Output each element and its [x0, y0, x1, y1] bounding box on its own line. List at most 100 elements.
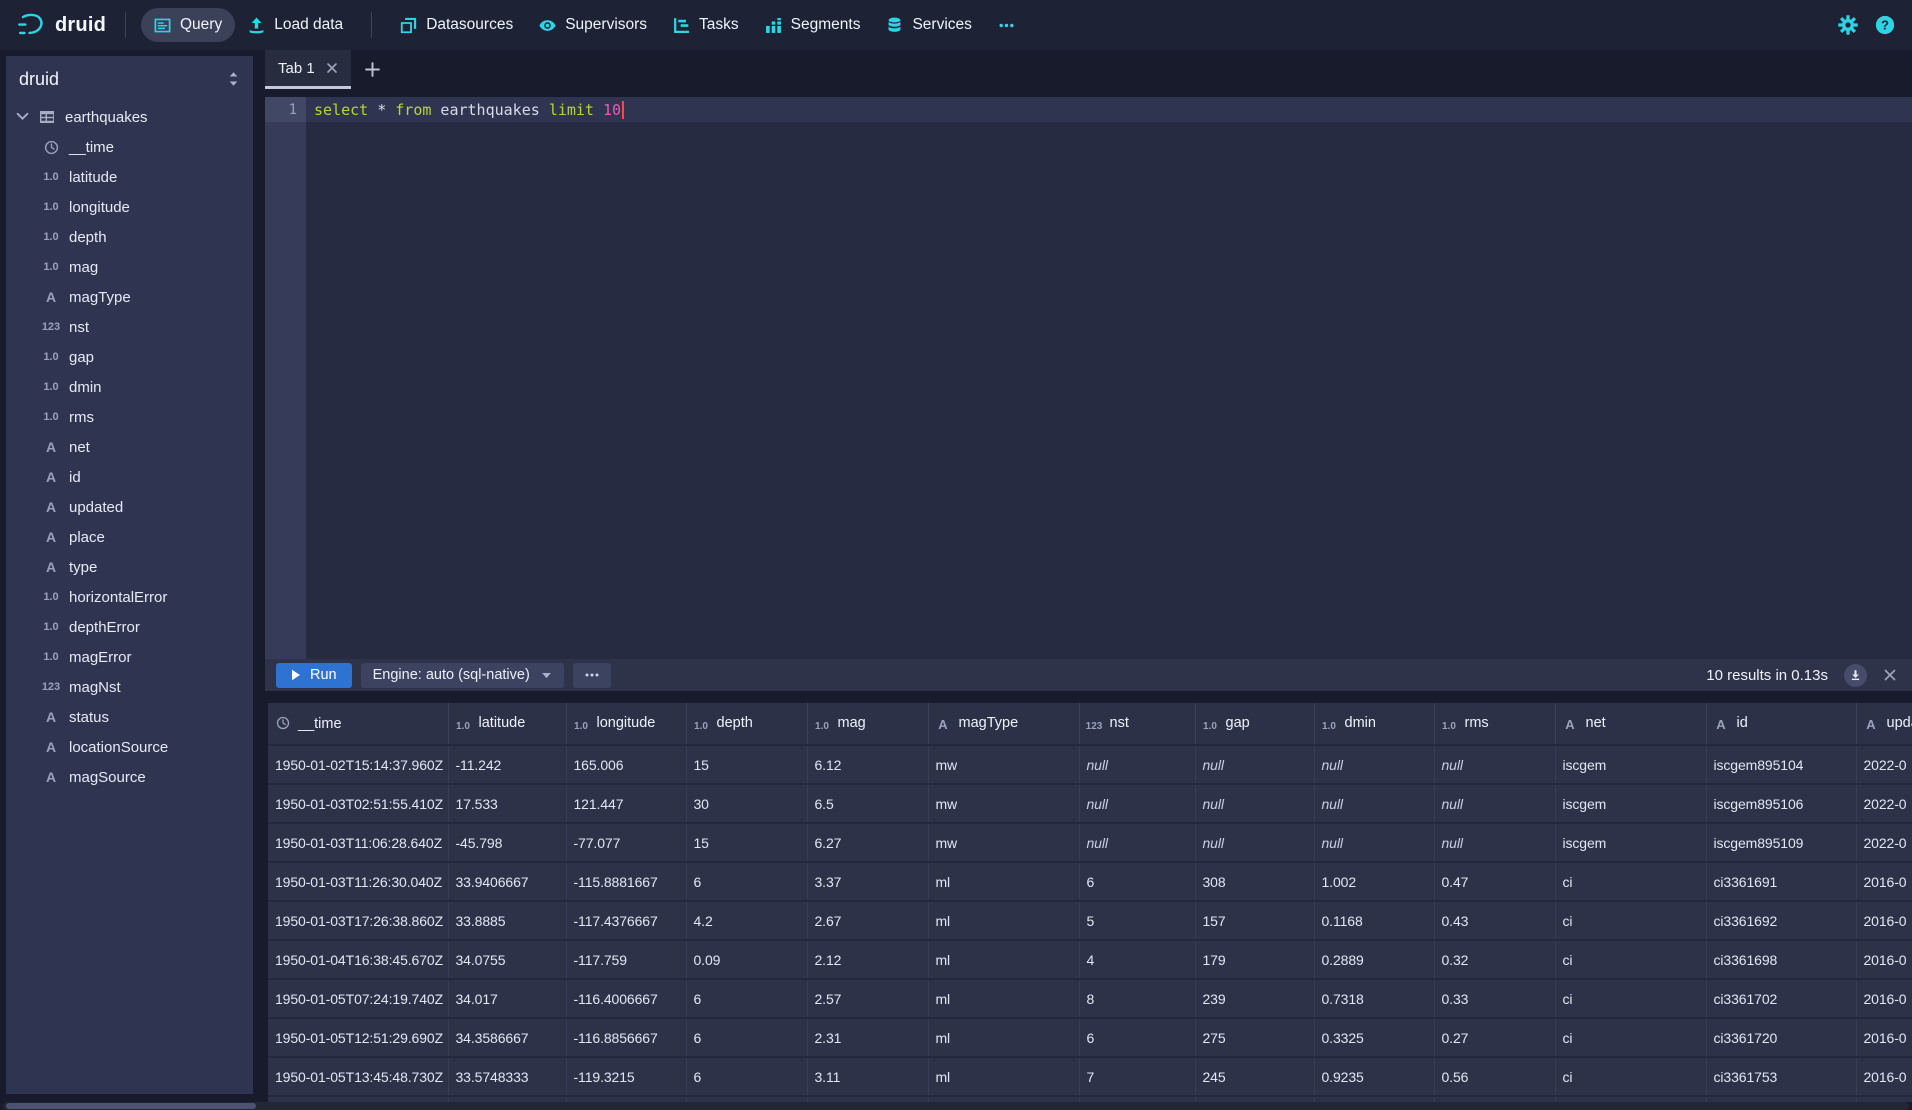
table-cell[interactable]: 0.3325: [1314, 1018, 1434, 1057]
table-cell[interactable]: 2022-0: [1856, 823, 1912, 862]
table-cell[interactable]: 6: [686, 862, 807, 901]
sql-editor[interactable]: 1 select * from earthquakes limit 10: [265, 97, 1912, 659]
table-cell[interactable]: 2.12: [807, 940, 928, 979]
table-cell[interactable]: ci: [1555, 979, 1706, 1018]
table-cell[interactable]: ci: [1555, 940, 1706, 979]
nav-item-services[interactable]: Services: [873, 8, 984, 42]
table-cell[interactable]: mw: [928, 784, 1079, 823]
table-cell[interactable]: null: [1434, 784, 1555, 823]
table-cell[interactable]: -117.759: [566, 940, 686, 979]
table-cell[interactable]: 6: [686, 1018, 807, 1057]
table-cell[interactable]: 34.017: [448, 979, 566, 1018]
table-cell[interactable]: 6: [1079, 1018, 1195, 1057]
table-cell[interactable]: ml: [928, 940, 1079, 979]
table-cell[interactable]: iscgem895104: [1706, 745, 1856, 784]
column-item-updated[interactable]: Aupdated: [6, 492, 253, 522]
table-cell[interactable]: 275: [1195, 1018, 1314, 1057]
table-cell[interactable]: 1950-01-05T13:45:48.730Z: [268, 1057, 448, 1096]
column-item-place[interactable]: Aplace: [6, 522, 253, 552]
table-cell[interactable]: 2.67: [807, 901, 928, 940]
table-cell[interactable]: 239: [1195, 979, 1314, 1018]
new-tab-button[interactable]: [351, 50, 395, 89]
nav-item-more[interactable]: [985, 8, 1028, 42]
column-item-rms[interactable]: 1.0rms: [6, 402, 253, 432]
table-cell[interactable]: 245: [1195, 1057, 1314, 1096]
column-header-mag[interactable]: 1.0mag: [807, 703, 928, 745]
column-item-horizontalError[interactable]: 1.0horizontalError: [6, 582, 253, 612]
column-item-status[interactable]: Astatus: [6, 702, 253, 732]
table-cell[interactable]: 0.32: [1434, 940, 1555, 979]
table-cell[interactable]: 33.9406667: [448, 862, 566, 901]
table-cell[interactable]: ci3361691: [1706, 862, 1856, 901]
settings-button[interactable]: [1837, 14, 1859, 36]
table-cell[interactable]: 4.2: [686, 901, 807, 940]
table-cell[interactable]: 6.27: [807, 823, 928, 862]
table-cell[interactable]: 0.56: [1434, 1057, 1555, 1096]
engine-dropdown[interactable]: Engine: auto (sql-native): [361, 663, 564, 688]
column-item-magType[interactable]: AmagType: [6, 282, 253, 312]
table-cell[interactable]: null: [1314, 784, 1434, 823]
table-cell[interactable]: -115.8881667: [566, 862, 686, 901]
table-cell[interactable]: ml: [928, 979, 1079, 1018]
table-cell[interactable]: null: [1079, 745, 1195, 784]
table-cell[interactable]: 0.9235: [1314, 1057, 1434, 1096]
table-cell[interactable]: null: [1079, 784, 1195, 823]
table-cell[interactable]: 1.002: [1314, 862, 1434, 901]
run-button[interactable]: Run: [276, 663, 352, 688]
table-cell[interactable]: ci: [1555, 901, 1706, 940]
table-cell[interactable]: 2016-0: [1856, 979, 1912, 1018]
table-cell[interactable]: null: [1434, 745, 1555, 784]
table-cell[interactable]: iscgem: [1555, 745, 1706, 784]
table-cell[interactable]: 1950-01-02T15:14:37.960Z: [268, 745, 448, 784]
table-cell[interactable]: 2016-0: [1856, 940, 1912, 979]
table-cell[interactable]: iscgem: [1555, 784, 1706, 823]
table-cell[interactable]: 2.57: [807, 979, 928, 1018]
column-header-updated[interactable]: Aupdated: [1856, 703, 1912, 745]
table-item-earthquakes[interactable]: earthquakes: [6, 102, 253, 132]
chevron-down-icon[interactable]: [16, 110, 30, 124]
table-cell[interactable]: 1950-01-05T12:51:29.690Z: [268, 1018, 448, 1057]
table-cell[interactable]: -116.4006667: [566, 979, 686, 1018]
column-header-__time[interactable]: __time: [268, 703, 448, 745]
column-item-longitude[interactable]: 1.0longitude: [6, 192, 253, 222]
table-cell[interactable]: 34.3586667: [448, 1018, 566, 1057]
table-cell[interactable]: 15: [686, 745, 807, 784]
column-item-magNst[interactable]: 123magNst: [6, 672, 253, 702]
download-results-button[interactable]: [1844, 664, 1867, 687]
column-item-magError[interactable]: 1.0magError: [6, 642, 253, 672]
column-header-depth[interactable]: 1.0depth: [686, 703, 807, 745]
table-cell[interactable]: 2022-0: [1856, 745, 1912, 784]
table-cell[interactable]: 0.1168: [1314, 901, 1434, 940]
table-cell[interactable]: 30: [686, 784, 807, 823]
table-cell[interactable]: 15: [686, 823, 807, 862]
table-cell[interactable]: ml: [928, 1018, 1079, 1057]
table-cell[interactable]: 33.5748333: [448, 1057, 566, 1096]
column-item-depthError[interactable]: 1.0depthError: [6, 612, 253, 642]
column-item-__time[interactable]: __time: [6, 132, 253, 162]
column-header-latitude[interactable]: 1.0latitude: [448, 703, 566, 745]
column-header-dmin[interactable]: 1.0dmin: [1314, 703, 1434, 745]
table-cell[interactable]: 1950-01-05T07:24:19.740Z: [268, 979, 448, 1018]
table-cell[interactable]: null: [1195, 823, 1314, 862]
query-more-options-button[interactable]: [573, 663, 611, 688]
column-item-net[interactable]: Anet: [6, 432, 253, 462]
table-cell[interactable]: null: [1195, 745, 1314, 784]
table-cell[interactable]: 308: [1195, 862, 1314, 901]
table-cell[interactable]: 0.7318: [1314, 979, 1434, 1018]
help-button[interactable]: ?: [1874, 14, 1896, 36]
column-item-depth[interactable]: 1.0depth: [6, 222, 253, 252]
table-cell[interactable]: 8: [1079, 979, 1195, 1018]
table-cell[interactable]: ci: [1555, 862, 1706, 901]
column-item-nst[interactable]: 123nst: [6, 312, 253, 342]
table-cell[interactable]: mw: [928, 745, 1079, 784]
close-results-button[interactable]: [1883, 668, 1897, 682]
column-item-gap[interactable]: 1.0gap: [6, 342, 253, 372]
table-cell[interactable]: -77.077: [566, 823, 686, 862]
tab-1[interactable]: Tab 1: [265, 50, 351, 89]
column-item-type[interactable]: Atype: [6, 552, 253, 582]
table-cell[interactable]: ci: [1555, 1018, 1706, 1057]
table-cell[interactable]: 4: [1079, 940, 1195, 979]
table-cell[interactable]: ml: [928, 862, 1079, 901]
column-header-nst[interactable]: 123nst: [1079, 703, 1195, 745]
table-cell[interactable]: -11.242: [448, 745, 566, 784]
